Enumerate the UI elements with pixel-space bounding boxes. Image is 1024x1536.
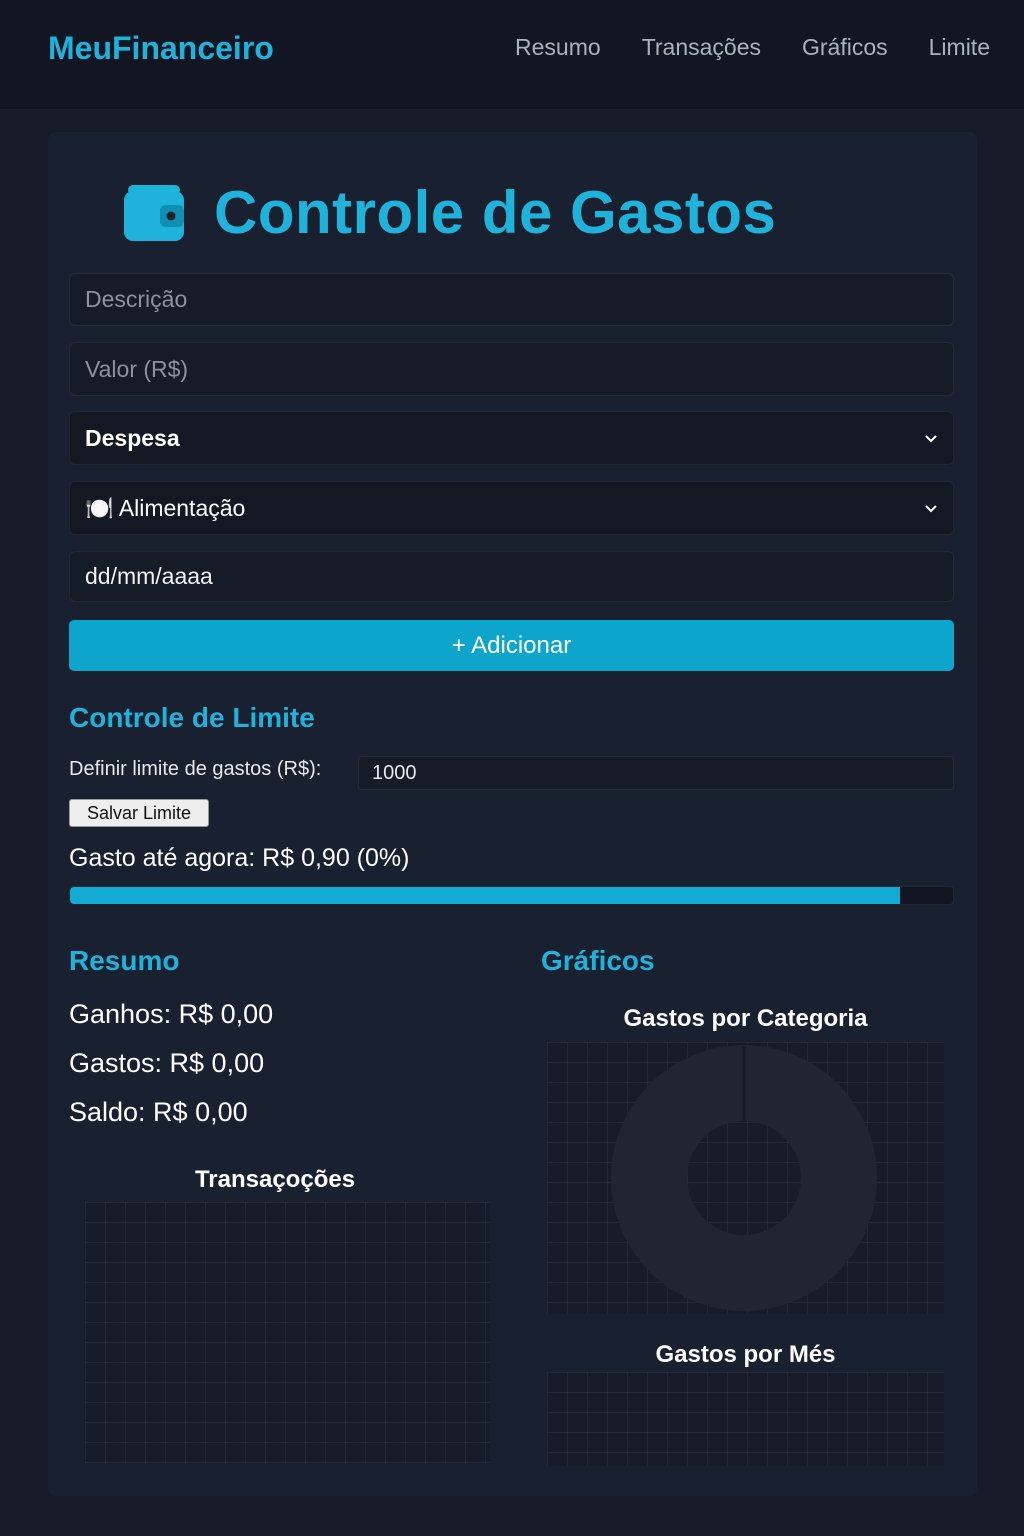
page-title-text: Controle de Gastos <box>214 178 777 246</box>
income-text: Ganhos: R$ 0,00 <box>69 999 274 1029</box>
category-select-value: 🍽️ Alimentação <box>85 494 246 521</box>
wallet-icon <box>124 185 184 241</box>
transactions-chart-title: Transaçoções <box>194 1166 356 1193</box>
month-chart-area <box>547 1372 944 1466</box>
save-limit-button[interactable]: Salvar Limite <box>69 799 209 827</box>
navbar: MeuFinanceiro Resumo Transações Gráficos… <box>0 0 1024 110</box>
transactions-chart-area <box>85 1202 490 1464</box>
chevron-down-icon <box>925 505 937 513</box>
date-input-value: dd/mm/aaaa <box>85 563 213 589</box>
balance-text: Saldo: R$ 0,00 <box>69 1097 248 1127</box>
month-chart-title: Gastos por Més <box>655 1341 836 1368</box>
charts-section-title: Gráficos <box>541 945 655 976</box>
limit-section-title: Controle de Limite <box>69 702 315 733</box>
add-button[interactable]: + Adicionar <box>69 620 954 671</box>
limit-label: Definir limite de gastos (R$): <box>69 758 322 780</box>
nav-link-graficos[interactable]: Gráficos <box>802 34 888 61</box>
category-donut-chart <box>611 1045 877 1311</box>
category-chart-title: Gastos por Categoria <box>623 1005 868 1032</box>
expenses-text: Gastos: R$ 0,00 <box>69 1048 265 1078</box>
brand-logo[interactable]: MeuFinanceiro <box>48 30 274 67</box>
nav-link-limite[interactable]: Limite <box>929 34 990 61</box>
chevron-down-icon <box>925 435 937 443</box>
limit-progress-bar <box>69 886 954 905</box>
spent-text: Gasto até agora: R$ 0,90 (0%) <box>69 844 410 872</box>
category-select[interactable]: 🍽️ Alimentação <box>69 481 954 535</box>
limit-progress-fill <box>70 887 901 904</box>
nav-links: Resumo Transações Gráficos Limite <box>515 34 990 61</box>
date-input[interactable]: dd/mm/aaaa <box>69 551 954 602</box>
nav-link-resumo[interactable]: Resumo <box>515 34 601 61</box>
description-input[interactable] <box>69 273 954 326</box>
value-input[interactable] <box>69 342 954 396</box>
limit-input[interactable] <box>358 756 954 790</box>
summary-section-title: Resumo <box>69 945 180 976</box>
page-title: Controle de Gastos <box>124 172 776 252</box>
type-select[interactable]: Despesa <box>69 411 954 465</box>
type-select-value: Despesa <box>85 424 180 451</box>
nav-link-transacoes[interactable]: Transações <box>642 34 761 61</box>
